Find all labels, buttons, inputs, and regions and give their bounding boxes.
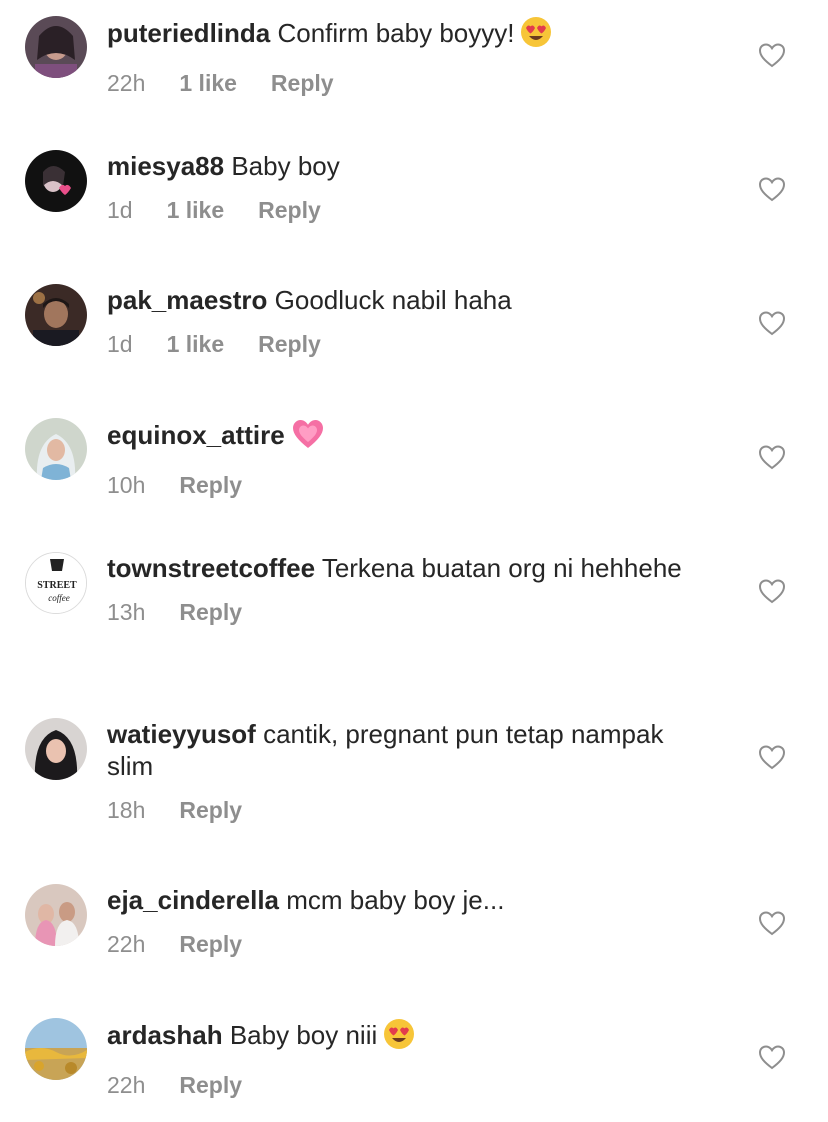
- heart-outline-icon: [758, 911, 786, 936]
- like-button[interactable]: [758, 744, 786, 770]
- comment-time: 22h: [107, 1072, 146, 1098]
- comment-body: Baby boy: [231, 151, 340, 181]
- avatar[interactable]: [25, 284, 87, 346]
- like-button[interactable]: [758, 42, 786, 68]
- comment-body: mcm baby boy je...: [286, 885, 505, 915]
- comment-time: 1d: [107, 331, 133, 357]
- reply-button[interactable]: Reply: [179, 796, 242, 824]
- likes-count-link[interactable]: 1 like: [167, 196, 225, 224]
- heart-outline-icon: [758, 745, 786, 770]
- comment-text: miesya88 Baby boy: [107, 150, 707, 182]
- heart-eyes-emoji-icon: [383, 1018, 415, 1057]
- like-button[interactable]: [758, 578, 786, 604]
- comment-text: equinox_attire: [107, 418, 707, 457]
- comment-text: townstreetcoffee Terkena buatan org ni h…: [107, 552, 707, 584]
- heart-outline-icon: [758, 43, 786, 68]
- like-button[interactable]: [758, 910, 786, 936]
- comment-meta: 1d 1 like Reply: [107, 330, 707, 358]
- likes-count-link[interactable]: 1 like: [179, 69, 237, 97]
- avatar[interactable]: [25, 418, 87, 480]
- comment-time: 1d: [107, 197, 133, 223]
- comment-time: 22h: [107, 70, 146, 96]
- avatar[interactable]: [25, 16, 87, 78]
- like-button[interactable]: [758, 176, 786, 202]
- comment-body: Terkena buatan org ni hehhehe: [321, 553, 682, 583]
- username-link[interactable]: eja_cinderella: [107, 885, 279, 915]
- store-logo-text: STREET: [37, 580, 77, 591]
- reply-button[interactable]: Reply: [258, 330, 321, 358]
- reply-button[interactable]: Reply: [179, 471, 242, 499]
- heart-outline-icon: [758, 445, 786, 470]
- comment-meta: 22h 1 like Reply: [107, 69, 707, 97]
- username-link[interactable]: townstreetcoffee: [107, 553, 315, 583]
- comment-time: 22h: [107, 931, 146, 957]
- comment-time: 10h: [107, 472, 146, 498]
- heart-eyes-emoji-icon: [520, 16, 552, 55]
- avatar[interactable]: [25, 718, 87, 780]
- username-link[interactable]: miesya88: [107, 151, 224, 181]
- heart-outline-icon: [758, 1045, 786, 1070]
- reply-button[interactable]: Reply: [258, 196, 321, 224]
- heart-outline-icon: [758, 177, 786, 202]
- comment-body: Goodluck nabil haha: [274, 285, 512, 315]
- likes-count-link[interactable]: 1 like: [167, 330, 225, 358]
- reply-button[interactable]: Reply: [179, 930, 242, 958]
- reply-button[interactable]: Reply: [179, 598, 242, 626]
- username-link[interactable]: equinox_attire: [107, 420, 285, 450]
- growing-heart-emoji-icon: [291, 418, 325, 457]
- avatar[interactable]: [25, 884, 87, 946]
- reply-button[interactable]: Reply: [271, 69, 334, 97]
- like-button[interactable]: [758, 310, 786, 336]
- avatar[interactable]: STREET coffee: [25, 552, 87, 614]
- avatar[interactable]: [25, 1018, 87, 1080]
- reply-button[interactable]: Reply: [179, 1071, 242, 1099]
- comment-text: ardashah Baby boy niii: [107, 1018, 707, 1057]
- comment-body: Confirm baby boyyy!: [277, 18, 515, 48]
- comment-time: 18h: [107, 797, 146, 823]
- username-link[interactable]: watieyyusof: [107, 719, 256, 749]
- heart-outline-icon: [758, 311, 786, 336]
- comment-meta: 10h Reply: [107, 471, 707, 499]
- username-link[interactable]: puteriedlinda: [107, 18, 270, 48]
- like-button[interactable]: [758, 1044, 786, 1070]
- heart-outline-icon: [758, 579, 786, 604]
- comment-meta: 22h Reply: [107, 1071, 707, 1099]
- store-logo-subtext: coffee: [48, 593, 70, 603]
- comment-text: pak_maestro Goodluck nabil haha: [107, 284, 707, 316]
- comment-text: eja_cinderella mcm baby boy je...: [107, 884, 707, 916]
- like-button[interactable]: [758, 444, 786, 470]
- avatar[interactable]: [25, 150, 87, 212]
- comment-text: puteriedlinda Confirm baby boyyy!: [107, 16, 707, 55]
- comment-time: 13h: [107, 599, 146, 625]
- comment-body: Baby boy niii: [229, 1020, 378, 1050]
- comment-meta: 18h Reply: [107, 796, 707, 824]
- comment-text: watieyyusof cantik, pregnant pun tetap n…: [107, 718, 707, 782]
- comment-meta: 13h Reply: [107, 598, 707, 626]
- username-link[interactable]: ardashah: [107, 1020, 223, 1050]
- comment-meta: 22h Reply: [107, 930, 707, 958]
- comment-meta: 1d 1 like Reply: [107, 196, 707, 224]
- username-link[interactable]: pak_maestro: [107, 285, 267, 315]
